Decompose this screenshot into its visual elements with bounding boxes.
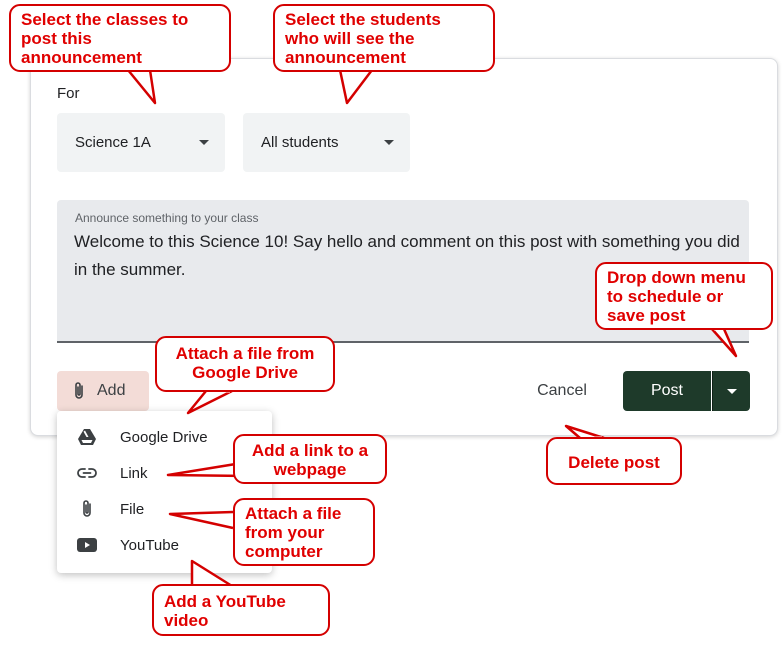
chevron-down-icon <box>384 140 394 145</box>
students-select-value: All students <box>261 134 339 151</box>
add-attachment-button[interactable]: Add <box>57 371 149 411</box>
callout-link: Add a link to a webpage <box>233 434 387 484</box>
callout-file: Attach a file from your computer <box>233 498 375 566</box>
paperclip-icon <box>77 499 97 519</box>
callout-select-classes: Select the classes to post this announce… <box>9 4 231 72</box>
students-select-dropdown[interactable]: All students <box>243 113 410 172</box>
menu-item-label: YouTube <box>120 536 179 554</box>
add-button-label: Add <box>97 382 126 399</box>
announcement-textarea-label: Announce something to your class <box>75 211 259 225</box>
cancel-button[interactable]: Cancel <box>520 371 604 411</box>
callout-drop-down-menu: Drop down menu to schedule or save post <box>595 262 773 330</box>
menu-item-label: Google Drive <box>120 428 208 446</box>
for-label: For <box>57 85 80 102</box>
google-drive-icon <box>77 427 97 447</box>
menu-item-label: File <box>120 500 145 518</box>
link-icon <box>77 463 97 483</box>
callout-youtube: Add a YouTube video <box>152 584 330 636</box>
class-select-value: Science 1A <box>75 134 151 151</box>
post-options-dropdown-button[interactable] <box>712 371 750 411</box>
chevron-down-icon <box>199 140 209 145</box>
callout-google-drive: Attach a file from Google Drive <box>155 336 335 392</box>
youtube-icon <box>77 535 97 555</box>
callout-select-students: Select the students who will see the ann… <box>273 4 495 72</box>
caret-down-icon <box>727 389 737 394</box>
post-button[interactable]: Post <box>623 371 711 411</box>
menu-item-label: Link <box>120 464 148 482</box>
class-select-dropdown[interactable]: Science 1A <box>57 113 225 172</box>
callout-delete-post: Delete post <box>546 437 682 485</box>
paperclip-icon <box>73 381 85 401</box>
